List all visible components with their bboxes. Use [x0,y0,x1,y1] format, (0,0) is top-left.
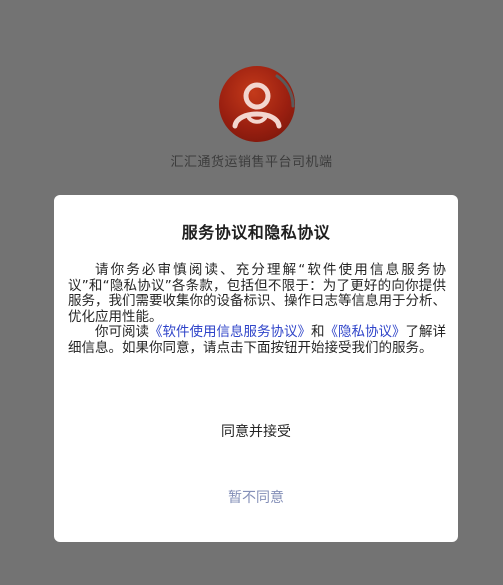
person-avatar-icon [219,66,295,142]
agreement-paragraph-2: 你可阅读《软件使用信息服务协议》和《隐私协议》了解详细信息。如果你同意，请点击下… [68,324,446,356]
paragraph-2-and: 和 [311,324,325,340]
person-glyph [232,82,282,129]
accept-button[interactable]: 同意并接受 [54,417,458,447]
dialog-body: 请你务必审慎阅读、充分理解“软件使用信息服务协议”和“隐私协议”各条款，包括但不… [68,262,446,356]
privacy-agreement-link[interactable]: 《隐私协议》 [325,324,406,340]
service-agreement-link[interactable]: 《软件使用信息服务协议》 [149,324,311,340]
dialog-title: 服务协议和隐私协议 [181,223,331,242]
reject-button[interactable]: 暂不同意 [54,483,458,513]
agreement-paragraph-1: 请你务必审慎阅读、充分理解“软件使用信息服务协议”和“隐私协议”各条款，包括但不… [68,262,446,325]
app-logo [219,66,295,142]
app-name: 汇汇通货运销售平台司机端 [170,155,333,170]
paragraph-2-prefix: 你可阅读 [95,324,149,340]
agreement-dialog: 服务协议和隐私协议 请你务必审慎阅读、充分理解“软件使用信息服务协议”和“隐私协… [54,195,458,542]
